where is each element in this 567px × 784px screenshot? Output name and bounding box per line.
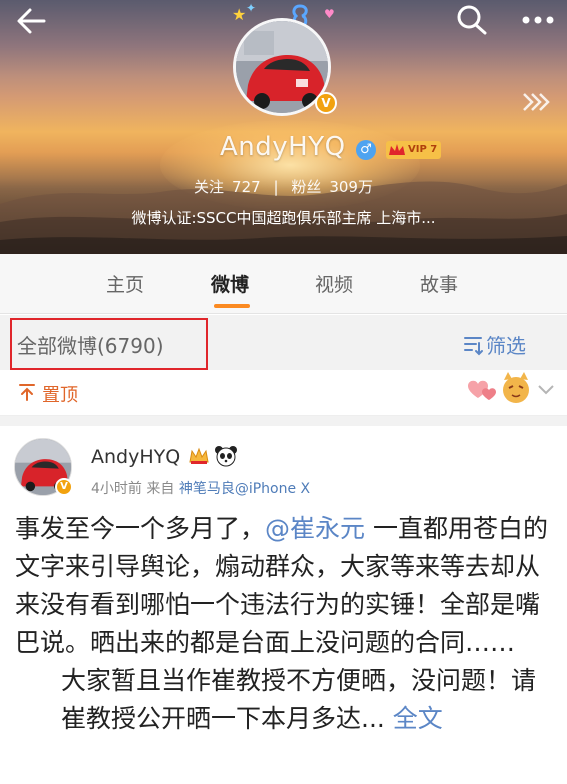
pinned-bar: 置顶 — [0, 370, 567, 416]
filter-icon — [464, 337, 483, 356]
back-arrow-icon[interactable] — [14, 6, 52, 36]
post-paragraph-1: 事发至今一个多月了，@崔永元 一直都用苍白的文字来引导舆论，煽动群众，大家等来等… — [15, 510, 555, 662]
mention-link[interactable]: @崔永元 — [265, 514, 365, 543]
fans-count[interactable]: 309万 — [329, 178, 373, 196]
section-divider — [0, 416, 567, 426]
follow-count[interactable]: 727 — [232, 178, 261, 196]
search-icon[interactable] — [455, 4, 489, 36]
filter-bar: 全部微博(6790) 筛选 — [0, 315, 567, 370]
active-tab-indicator — [214, 304, 250, 308]
post-from-label: 来自 — [146, 481, 175, 497]
post-author-name[interactable]: AndyHYQ — [91, 446, 180, 468]
follow-stats: 关注 727 | 粉丝 309万 — [0, 176, 567, 197]
full-text-link[interactable]: 全文 — [385, 704, 443, 733]
post-text: 事发至今一个多月了，@崔永元 一直都用苍白的文字来引导舆论，煽动群众，大家等来等… — [15, 510, 555, 738]
follow-label[interactable]: 关注 — [194, 178, 224, 196]
svg-text:✦: ✦ — [246, 1, 256, 15]
stats-separator: | — [273, 178, 279, 196]
tab-weibo[interactable]: 微博 — [211, 270, 249, 297]
post-verified-badge: V — [55, 478, 73, 496]
panda-icon — [215, 446, 237, 467]
filter-label: 筛选 — [486, 334, 526, 358]
tab-home[interactable]: 主页 — [106, 270, 144, 297]
post-meta: 4小时前 来自 神笔马良@iPhone X — [91, 478, 310, 498]
male-gender-icon: ♂ — [356, 140, 376, 160]
post-source-link[interactable]: 神笔马良@iPhone X — [179, 481, 310, 497]
filter-button[interactable]: 筛选 — [464, 330, 526, 359]
chevron-down-icon[interactable] — [536, 382, 556, 398]
profile-tabs: 主页 微博 视频 故事 — [0, 254, 567, 314]
vip-badge: VIP 7 — [386, 141, 442, 159]
crown-icon — [389, 144, 405, 155]
tab-stories[interactable]: 故事 — [420, 270, 458, 297]
profile-name: AndyHYQ — [220, 132, 346, 162]
highlight-box — [10, 318, 208, 370]
post-paragraph-2: 大家暂且当作崔教授不方便晒，没问题！请崔教授公开晒一下本月多达... 全文 — [15, 662, 555, 738]
fans-label[interactable]: 粉丝 — [291, 178, 321, 196]
crown-icon — [189, 447, 209, 464]
verification-info[interactable]: 微博认证:SSCC中国超跑俱乐部主席 上海市... — [0, 207, 567, 228]
svg-text:★: ★ — [232, 5, 246, 24]
weibo-post: V AndyHYQ 4小时前 来自 神笔马良@iPhone X 事发至今一个多月… — [0, 426, 567, 784]
more-icon[interactable] — [518, 4, 558, 36]
tab-video[interactable]: 视频 — [315, 270, 353, 297]
svg-text:♥: ♥ — [324, 7, 335, 21]
profile-cover: ★ ✦ ♥ V AndyHYQ ♂ VIP 7 关注 727 | 粉丝 309万 微… — [0, 0, 567, 254]
verified-badge: V — [315, 92, 337, 114]
post-text-intro: 事发至今一个多月了， — [15, 514, 266, 543]
post-time: 4小时前 — [91, 481, 142, 497]
cat-hearts-sticker-icon — [468, 372, 529, 403]
post-text-second: 大家暂且当作崔教授不方便晒，没问题！请崔教授公开晒一下本月多达... — [61, 666, 537, 733]
cover-more-arrows-icon[interactable] — [520, 88, 552, 116]
pin-icon — [19, 384, 35, 401]
vip-label: VIP 7 — [408, 144, 438, 155]
pinned-label: 置顶 — [42, 385, 78, 406]
